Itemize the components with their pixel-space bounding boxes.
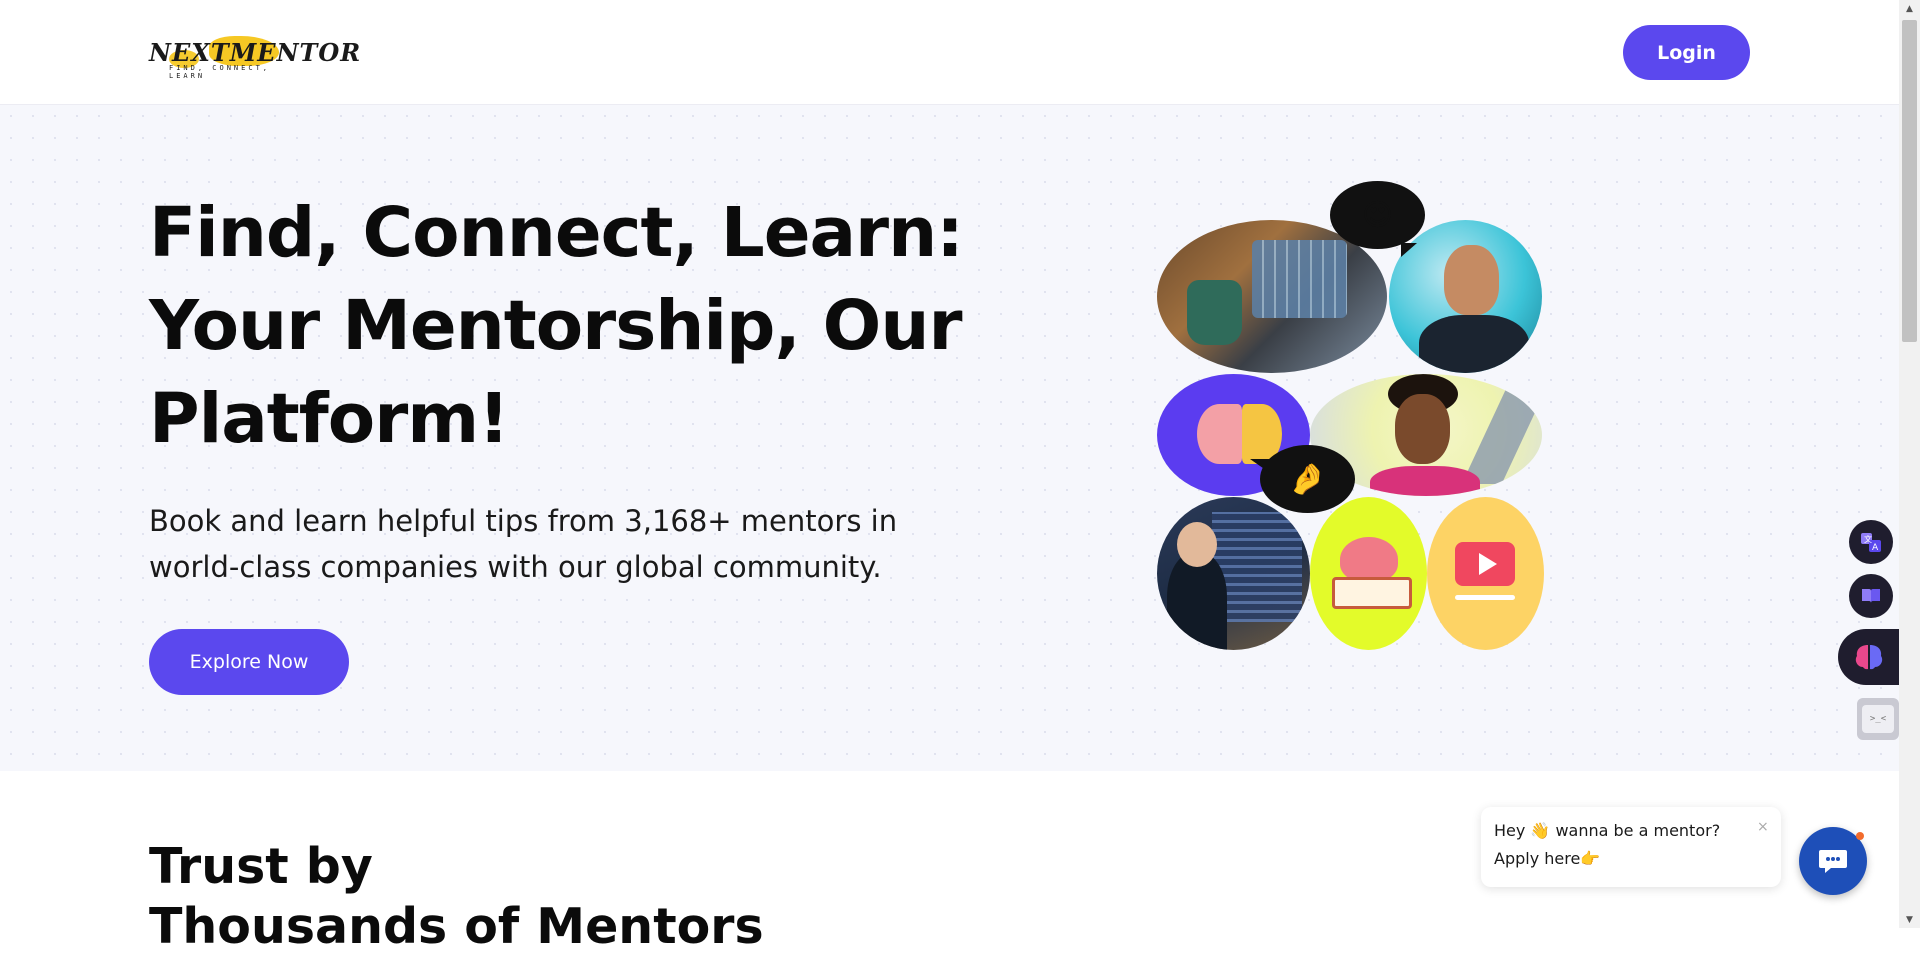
mentor-invite-popup[interactable]: Hey 👋 wanna be a mentor? Apply here👉 × <box>1481 807 1781 887</box>
teacher-head-shape <box>1177 522 1217 567</box>
logo-tagline: FIND, CONNECT, LEARN <box>169 64 271 80</box>
trust-title-line: Thousands of Mentors <box>149 898 764 955</box>
terminal-glyph: >_< <box>1862 705 1894 733</box>
explore-now-button[interactable]: Explore Now <box>149 629 349 695</box>
hero-subtitle-line: Book and learn helpful tips from 3,168+ … <box>149 504 898 538</box>
chat-glyph <box>1819 850 1847 873</box>
teacher-at-board-image <box>1157 497 1310 650</box>
video-play-illustration <box>1427 497 1544 650</box>
hero-title-line: Find, Connect, Learn: <box>149 193 964 273</box>
brain-glyph <box>1855 645 1882 670</box>
hero-title: Find, Connect, Learn: Your Mentorship, O… <box>149 187 969 466</box>
page-scrollbar[interactable]: ▲ ▼ <box>1899 0 1920 928</box>
book-pages-shape <box>1332 577 1412 609</box>
chat-icon[interactable] <box>1799 827 1867 895</box>
scroll-up-arrow-icon[interactable]: ▲ <box>1899 0 1920 17</box>
laptop-screen-shape <box>1252 240 1347 318</box>
woman-top-shape <box>1370 466 1480 496</box>
brain-icon[interactable] <box>1838 629 1899 685</box>
book-brain-shape <box>1340 537 1398 582</box>
svg-text:文: 文 <box>1864 534 1872 544</box>
man-body-shape <box>1419 315 1529 373</box>
man-face-shape <box>1444 245 1499 315</box>
trust-section-title: Trust by Thousands of Mentors <box>149 837 969 957</box>
book-icon[interactable] <box>1849 574 1893 618</box>
logo-icon[interactable]: NEXTMENTOR FIND, CONNECT, LEARN <box>149 30 360 80</box>
hero-subtitle: Book and learn helpful tips from 3,168+ … <box>149 498 969 590</box>
translate-icon[interactable]: 文 A <box>1849 520 1893 564</box>
hand-emoji-bubble: 🤌 <box>1260 445 1355 513</box>
woman-face-shape <box>1395 394 1450 464</box>
hero-subtitle-line: world-class companies with our global co… <box>149 550 882 584</box>
svg-text:A: A <box>1872 543 1879 553</box>
hero-section: Find, Connect, Learn: Your Mentorship, O… <box>0 105 1899 771</box>
close-icon[interactable]: × <box>1757 819 1769 835</box>
terminal-icon[interactable]: >_< <box>1857 698 1899 740</box>
popup-link[interactable]: Apply here👉 <box>1494 849 1600 868</box>
logo-text: NEXTMENTOR <box>149 38 362 67</box>
translate-glyph: 文 A <box>1861 533 1881 553</box>
hero-title-line: Platform! <box>149 379 510 459</box>
play-icon <box>1479 553 1497 575</box>
love-emoji-bubble: 😍 <box>1330 181 1425 257</box>
hero-collage: 😍 🤌 <box>1155 175 1555 665</box>
scroll-down-arrow-icon[interactable]: ▼ <box>1899 911 1920 928</box>
hero-title-line: Your Mentorship, Our <box>149 286 962 366</box>
popup-line: Hey 👋 wanna be a mentor? <box>1494 821 1721 840</box>
login-button[interactable]: Login <box>1623 25 1750 80</box>
notification-dot <box>1856 832 1864 840</box>
book-glyph <box>1862 589 1880 603</box>
progress-bar-shape <box>1455 595 1515 600</box>
scroll-thumb[interactable] <box>1902 20 1917 342</box>
brain-book-illustration <box>1310 497 1427 650</box>
brain-left-shape <box>1197 404 1242 464</box>
background-v-shape <box>1461 384 1542 484</box>
site-header: NEXTMENTOR FIND, CONNECT, LEARN Login <box>0 0 1899 105</box>
mug-shape <box>1187 280 1242 345</box>
trust-title-line: Trust by <box>149 838 373 895</box>
